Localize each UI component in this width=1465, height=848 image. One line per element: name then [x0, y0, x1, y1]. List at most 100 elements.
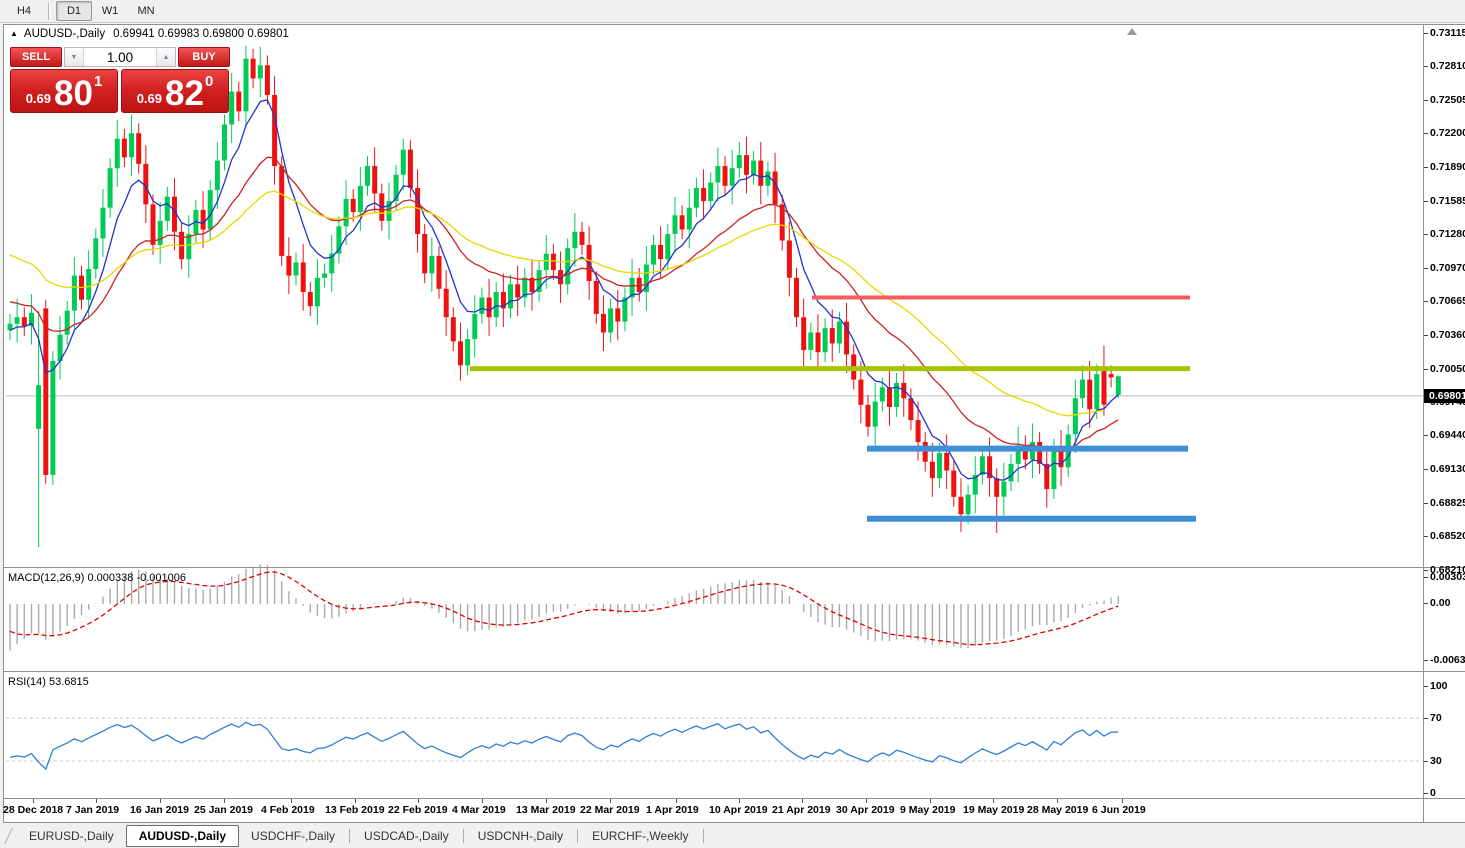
buy-button[interactable]: BUY — [178, 47, 230, 67]
price-tick-label: 0.70970 — [1430, 262, 1465, 274]
chevron-up-icon: ▲ — [162, 53, 170, 61]
macd-tick-label: -0.006311 — [1430, 654, 1465, 666]
sell-quote-button[interactable]: 0.69 80 1 — [10, 69, 118, 113]
tab-eurusd-daily[interactable]: EURUSD-,Daily — [17, 826, 126, 846]
date-tick — [291, 799, 292, 803]
date-tick — [224, 799, 225, 803]
date-tick-label: 4 Mar 2019 — [452, 804, 506, 816]
price-tick-label: 0.71585 — [1430, 195, 1465, 207]
tab-audusd-daily[interactable]: AUDUSD-,Daily — [125, 824, 240, 847]
rsi-pane-splitter[interactable] — [3, 671, 1465, 672]
price-tick-label: 0.71280 — [1430, 228, 1465, 240]
date-tick — [739, 799, 740, 803]
sell-price-prefix: 0.69 — [25, 91, 52, 106]
date-tick — [676, 799, 677, 803]
date-tick — [610, 799, 611, 803]
price-tick — [1424, 201, 1428, 202]
volume-input[interactable] — [84, 48, 156, 66]
price-tick-label: 0.72505 — [1430, 94, 1465, 106]
rsi-label: RSI(14) 53.6815 — [8, 676, 89, 688]
macd-tick-label: 0.003035 — [1430, 571, 1465, 583]
price-tick-label: 0.73115 — [1430, 27, 1465, 39]
tab-eurchf-weekly[interactable]: EURCHF-,Weekly — [580, 826, 700, 846]
price-tick — [1424, 435, 1428, 436]
macd-tick — [1424, 660, 1428, 661]
date-tick-label: 6 Jun 2019 — [1092, 804, 1146, 816]
date-tick — [33, 799, 34, 803]
price-tick — [1424, 369, 1428, 370]
date-tick — [355, 799, 356, 803]
rsi-value: 53.6815 — [48, 676, 89, 688]
tab-separator — [702, 828, 704, 843]
date-tick — [993, 799, 994, 803]
rsi-tick — [1424, 793, 1428, 794]
rsi-tick-label: 30 — [1430, 755, 1442, 767]
date-tick-label: 28 May 2019 — [1027, 804, 1089, 816]
rsi-indicator — [6, 717, 1423, 771]
price-tick — [1424, 536, 1428, 537]
date-tick-label: 28 Dec 2018 — [3, 804, 64, 816]
price-tick — [1424, 301, 1428, 302]
rsi-tick — [1424, 761, 1428, 762]
rsi-tick-label: 70 — [1430, 712, 1442, 724]
fast-ma — [9, 99, 1119, 481]
tab-separator — [349, 828, 351, 843]
rsi-tick — [1424, 718, 1428, 719]
moving-averages — [9, 99, 1119, 481]
date-tick — [482, 799, 483, 803]
price-tick — [1424, 133, 1428, 134]
macd-main-value: 0.000338 — [87, 572, 134, 584]
buy-quote-button[interactable]: 0.69 82 0 — [121, 69, 229, 113]
date-tick-label: 1 Apr 2019 — [646, 804, 699, 816]
chart-ohlc-values: 0.69941 0.69983 0.69800 0.69801 — [113, 28, 289, 40]
tab-usdcad-daily[interactable]: USDCAD-,Daily — [352, 826, 461, 846]
tab-edge-decoration — [4, 827, 13, 844]
chart-symbol-period: AUDUSD-,Daily — [23, 28, 106, 40]
price-tick-label: 0.72810 — [1430, 60, 1465, 72]
date-tick — [930, 799, 931, 803]
price-tick — [1424, 100, 1428, 101]
date-tick-label: 13 Mar 2019 — [516, 804, 576, 816]
price-axis-border — [1423, 24, 1424, 823]
price-tick — [1424, 570, 1428, 571]
price-tick — [1424, 33, 1428, 34]
chart-shift-marker-icon[interactable] — [1127, 28, 1137, 35]
date-tick-label: 9 May 2019 — [900, 804, 956, 816]
date-tick-label: 10 Apr 2019 — [709, 804, 768, 816]
volume-increase-button[interactable]: ▲ — [156, 48, 175, 66]
rsi-line — [9, 721, 1119, 771]
macd-pane-splitter[interactable] — [3, 567, 1465, 568]
buy-price-point: 0 — [204, 73, 214, 90]
terminal-root: H4 D1 W1 MN ▲ AUDUSD-,Daily 0.69941 0.6998… — [0, 0, 1465, 848]
tab-usdcnh-daily[interactable]: USDCNH-,Daily — [466, 826, 575, 846]
price-tick-label: 0.68825 — [1430, 497, 1465, 509]
price-tick-label: 0.71890 — [1430, 161, 1465, 173]
price-tick — [1424, 503, 1428, 504]
date-tick — [1057, 799, 1058, 803]
price-chart-canvas[interactable] — [0, 0, 1465, 848]
date-tick-label: 19 May 2019 — [963, 804, 1025, 816]
date-tick-label: 21 Apr 2019 — [772, 804, 831, 816]
chart-tab-bar: EURUSD-,Daily AUDUSD-,Daily USDCHF-,Dail… — [0, 823, 1465, 848]
tab-usdchf-daily[interactable]: USDCHF-,Daily — [239, 826, 347, 846]
date-tick — [866, 799, 867, 803]
macd-label: MACD(12,26,9) 0.000338 -0.001006 — [8, 572, 186, 584]
date-tick-label: 13 Feb 2019 — [325, 804, 385, 816]
date-tick-label: 22 Mar 2019 — [580, 804, 640, 816]
collapse-panel-icon[interactable]: ▲ — [10, 29, 18, 38]
date-tick — [802, 799, 803, 803]
sell-button[interactable]: SELL — [10, 47, 62, 67]
tab-separator — [577, 828, 579, 843]
price-tick-label: 0.69440 — [1430, 429, 1465, 441]
buy-price-pips: 82 — [165, 74, 204, 114]
macd-signal-value: -0.001006 — [136, 572, 186, 584]
one-click-trading-panel: SELL ▼ ▲ BUY 0.69 80 1 0.69 82 0 — [10, 47, 230, 113]
volume-decrease-button[interactable]: ▼ — [65, 48, 84, 66]
chevron-down-icon: ▼ — [70, 53, 78, 61]
buy-price-prefix: 0.69 — [136, 91, 163, 106]
price-tick — [1424, 66, 1428, 67]
date-tick — [96, 799, 97, 803]
date-tick-label: 16 Jan 2019 — [130, 804, 189, 816]
date-axis-separator — [3, 798, 1465, 799]
sell-price-point: 1 — [93, 73, 103, 90]
